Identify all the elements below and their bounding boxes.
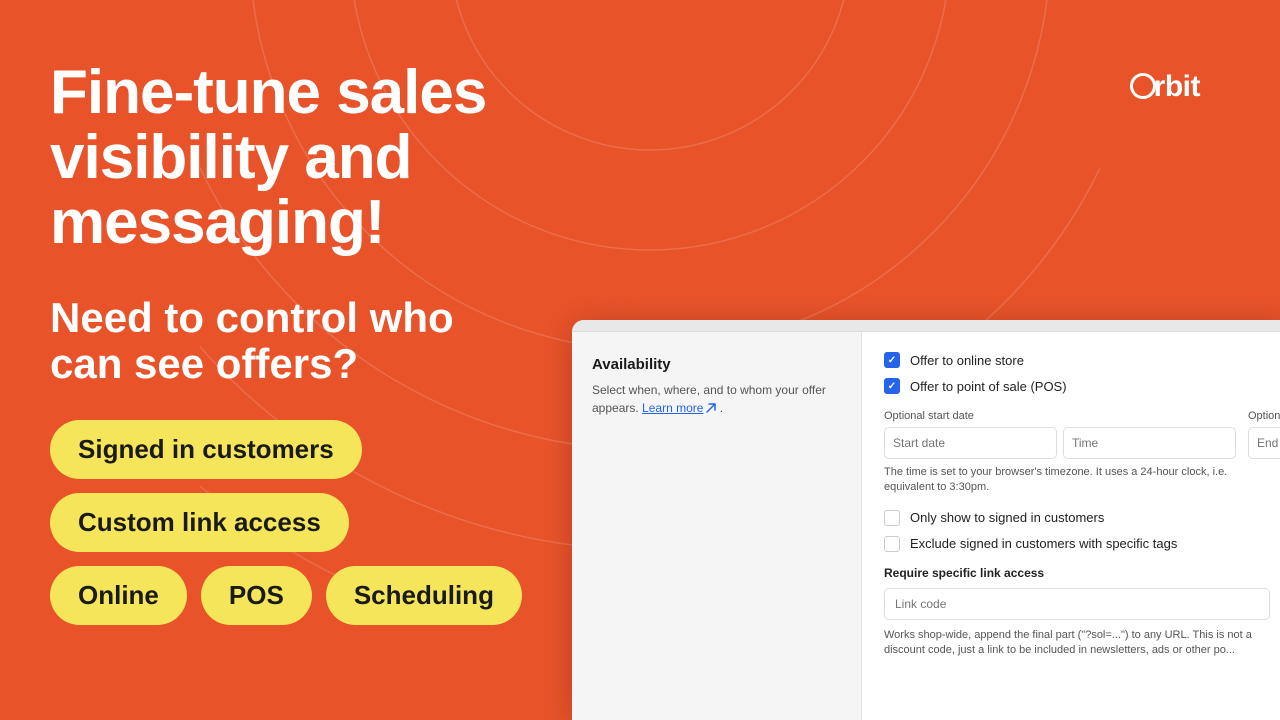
orbit-logo-text: rbit <box>1130 70 1200 104</box>
start-date-input[interactable] <box>884 427 1057 459</box>
panel-section-desc: Select when, where, and to whom your off… <box>592 381 841 417</box>
checkbox-row-pos[interactable]: Offer to point of sale (POS) <box>884 378 1270 394</box>
end-date-input-row <box>1248 427 1280 459</box>
learn-more-link[interactable]: Learn more <box>642 399 716 417</box>
checkbox-row-online-store[interactable]: Offer to online store <box>884 352 1270 368</box>
badge-row-1: Signed in customers <box>50 420 520 479</box>
checkbox-exclude-tags-label: Exclude signed in customers with specifi… <box>910 536 1177 551</box>
checkbox-pos[interactable] <box>884 378 900 394</box>
badge-signed-in-customers[interactable]: Signed in customers <box>50 420 362 479</box>
end-date-label: Optional end date <box>1248 410 1280 422</box>
dot-2 <box>604 298 616 310</box>
dot-3 <box>624 298 636 310</box>
checkbox-online-store-label: Offer to online store <box>910 353 1024 368</box>
checkbox-online-store[interactable] <box>884 352 900 368</box>
panel-section-title: Availability <box>592 356 841 373</box>
link-code-input[interactable] <box>884 588 1270 620</box>
panel-left: Availability Select when, where, and to … <box>572 332 862 720</box>
checkbox-exclude-tags[interactable] <box>884 536 900 552</box>
end-date-input[interactable] <box>1248 427 1280 459</box>
feature-badges: Signed in customers Custom link access O… <box>50 420 520 625</box>
sub-headline: Need to control who can see offers? <box>50 295 520 387</box>
panel-right: Offer to online store Offer to point of … <box>862 332 1280 720</box>
timezone-note: The time is set to your browser's timezo… <box>884 465 1270 496</box>
badge-scheduling[interactable]: Scheduling <box>326 566 522 625</box>
badge-pos[interactable]: POS <box>201 566 312 625</box>
start-date-col: Optional start date <box>884 410 1236 459</box>
ui-panel: Availability Select when, where, and to … <box>572 320 1280 720</box>
three-dots-decoration <box>584 298 636 310</box>
badge-row-2: Custom link access <box>50 493 520 552</box>
left-section: Fine-tune sales visibility and messaging… <box>0 0 570 720</box>
checkbox-row-signed-in[interactable]: Only show to signed in customers <box>884 510 1270 526</box>
start-date-label: Optional start date <box>884 410 1236 422</box>
date-section: Optional start date Optional end date <box>884 410 1270 459</box>
orbit-logo-o <box>1130 73 1156 99</box>
checkbox-signed-in[interactable] <box>884 510 900 526</box>
panel-content: Availability Select when, where, and to … <box>572 332 1280 720</box>
time-input[interactable] <box>1063 427 1236 459</box>
badge-row-3: Online POS Scheduling <box>50 566 520 625</box>
dot-1 <box>584 298 596 310</box>
end-date-col: Optional end date <box>1248 410 1280 459</box>
orbit-logo: rbit <box>1130 70 1200 104</box>
panel-top-bar <box>572 320 1280 332</box>
link-section-label: Require specific link access <box>884 566 1270 580</box>
checkbox-signed-in-label: Only show to signed in customers <box>910 510 1104 525</box>
customer-checkboxes: Only show to signed in customers Exclude… <box>884 510 1270 552</box>
badge-online[interactable]: Online <box>50 566 187 625</box>
checkbox-row-exclude-tags[interactable]: Exclude signed in customers with specifi… <box>884 536 1270 552</box>
link-desc: Works shop-wide, append the final part (… <box>884 628 1270 659</box>
badge-custom-link-access[interactable]: Custom link access <box>50 493 349 552</box>
start-date-input-row <box>884 427 1236 459</box>
checkbox-pos-label: Offer to point of sale (POS) <box>910 379 1067 394</box>
main-headline: Fine-tune sales visibility and messaging… <box>50 60 520 255</box>
